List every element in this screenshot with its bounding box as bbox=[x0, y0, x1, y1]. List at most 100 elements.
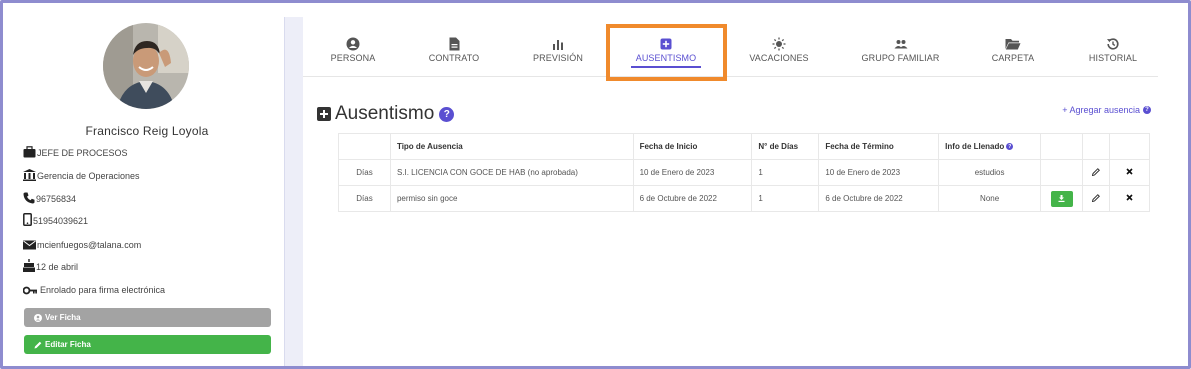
section-title: Ausentismo ? bbox=[317, 103, 455, 125]
col-info-header-label: Info de Llenado bbox=[945, 142, 1005, 151]
avatar bbox=[103, 23, 189, 109]
divider-line bbox=[284, 17, 285, 366]
cell-dias: 1 bbox=[751, 185, 820, 212]
cell-inicio: 6 de Octubre de 2022 bbox=[632, 185, 753, 212]
table-row: Días permiso sin goce 6 de Octubre de 20… bbox=[338, 185, 1150, 212]
envelope-icon bbox=[23, 240, 36, 250]
cell-delete bbox=[1109, 159, 1150, 186]
tab-persona-label: PERSONA bbox=[330, 53, 376, 63]
cell-unit: Días bbox=[338, 185, 391, 212]
col-info-header: Info de Llenado? bbox=[938, 133, 1042, 160]
bar-chart-icon bbox=[553, 40, 563, 50]
mobile-icon bbox=[23, 213, 32, 226]
ver-ficha-button[interactable]: Ver Ficha bbox=[24, 308, 271, 327]
ver-ficha-label: Ver Ficha bbox=[45, 313, 81, 322]
cell-info: estudios bbox=[938, 159, 1042, 186]
tab-carpeta-label: CARPETA bbox=[991, 53, 1035, 63]
add-ausencia-label: + Agregar ausencia bbox=[1062, 105, 1140, 115]
tab-bar: PERSONA CONTRATO PREVISIÓN AUSENTISMO VA… bbox=[303, 17, 1158, 77]
col-dias-header: N° de Días bbox=[751, 133, 820, 160]
editar-ficha-label: Editar Ficha bbox=[45, 340, 91, 349]
cell-info: None bbox=[938, 185, 1042, 212]
tab-contrato[interactable]: CONTRATO bbox=[423, 37, 485, 77]
plus-square-icon bbox=[317, 107, 331, 121]
cell-tipo: S.I. LICENCIA CON GOCE DE HAB (no aproba… bbox=[389, 159, 634, 186]
birthday-cake-icon bbox=[23, 259, 35, 272]
section-title-text: Ausentismo bbox=[335, 103, 435, 124]
birthday-text: 12 de abril bbox=[36, 262, 79, 272]
cargo-row: JEFE DE PROCESOS bbox=[23, 142, 128, 158]
mobile-row: 51954039621 bbox=[23, 210, 88, 226]
cargo-text: JEFE DE PROCESOS bbox=[37, 148, 128, 158]
user-circle-icon bbox=[34, 313, 42, 322]
download-button[interactable] bbox=[1050, 190, 1073, 207]
editar-ficha-button[interactable]: Editar Ficha bbox=[24, 335, 271, 354]
cell-download bbox=[1040, 185, 1084, 212]
delete-icon[interactable] bbox=[1126, 194, 1133, 203]
tab-contrato-label: CONTRATO bbox=[428, 53, 480, 63]
tab-historial[interactable]: HISTORIAL bbox=[1083, 37, 1143, 77]
col-tipo-header: Tipo de Ausencia bbox=[389, 133, 634, 160]
tab-vacaciones-label: VACACIONES bbox=[749, 53, 809, 63]
tab-ausentismo-label: AUSENTISMO bbox=[631, 53, 701, 68]
divider-band bbox=[284, 17, 303, 366]
institution-icon bbox=[23, 169, 36, 181]
key-icon bbox=[23, 286, 37, 295]
tab-prevision-label: PREVISIÓN bbox=[533, 53, 583, 63]
birthday-row: 12 de abril bbox=[23, 256, 78, 272]
briefcase-icon bbox=[23, 146, 36, 158]
edit-icon[interactable] bbox=[1091, 193, 1100, 204]
help-icon[interactable]: ? bbox=[439, 106, 455, 122]
profile-sidebar: Francisco Reig Loyola JEFE DE PROCESOS G… bbox=[3, 3, 284, 366]
cell-unit: Días bbox=[338, 159, 391, 186]
table-row: Días S.I. LICENCIA CON GOCE DE HAB (no a… bbox=[338, 159, 1150, 186]
col-edit-header bbox=[1082, 133, 1111, 160]
col-inicio-header: Fecha de Inicio bbox=[632, 133, 753, 160]
cell-dias: 1 bbox=[751, 159, 820, 186]
delete-icon[interactable] bbox=[1126, 168, 1133, 177]
download-icon bbox=[1058, 195, 1065, 202]
pencil-icon bbox=[34, 341, 42, 348]
tab-vacaciones[interactable]: VACACIONES bbox=[746, 37, 812, 77]
help-icon[interactable]: ? bbox=[1006, 143, 1014, 151]
cell-delete bbox=[1109, 185, 1150, 212]
cell-inicio: 10 de Enero de 2023 bbox=[632, 159, 753, 186]
history-icon bbox=[1107, 38, 1119, 50]
add-ausencia-link[interactable]: + Agregar ausencia ? bbox=[1062, 105, 1151, 115]
folder-icon bbox=[1005, 39, 1021, 50]
col-delete-header bbox=[1109, 133, 1150, 160]
ausencias-table: Tipo de Ausencia Fecha de Inicio N° de D… bbox=[338, 133, 1150, 212]
phone-row: 96756834 bbox=[23, 188, 76, 204]
firma-row: Enrolado para firma electrónica bbox=[23, 279, 165, 295]
cell-download bbox=[1040, 159, 1084, 186]
cell-edit bbox=[1082, 185, 1111, 212]
edit-icon[interactable] bbox=[1091, 167, 1100, 178]
profile-name: Francisco Reig Loyola bbox=[85, 124, 209, 138]
cell-tipo: permiso sin goce bbox=[389, 185, 634, 212]
plus-square-icon bbox=[660, 38, 672, 50]
person-icon bbox=[346, 37, 360, 51]
phone-icon bbox=[23, 192, 35, 204]
cell-edit bbox=[1082, 159, 1111, 186]
firma-text: Enrolado para firma electrónica bbox=[40, 285, 166, 295]
mobile-text: 51954039621 bbox=[33, 216, 89, 226]
users-icon bbox=[894, 40, 907, 49]
email-text: mcienfuegos@talana.com bbox=[37, 240, 142, 250]
main-content: PERSONA CONTRATO PREVISIÓN AUSENTISMO VA… bbox=[303, 17, 1188, 366]
cell-termino: 6 de Octubre de 2022 bbox=[818, 185, 940, 212]
tab-grupo-familiar-label: GRUPO FAMILIAR bbox=[861, 53, 940, 63]
help-icon[interactable]: ? bbox=[1143, 106, 1151, 114]
col-termino-header: Fecha de Término bbox=[818, 133, 940, 160]
col-download-header bbox=[1040, 133, 1084, 160]
tab-ausentismo[interactable]: AUSENTISMO bbox=[631, 37, 701, 77]
email-row: mcienfuegos@talana.com bbox=[23, 234, 141, 250]
sun-icon bbox=[772, 37, 786, 51]
tab-historial-label: HISTORIAL bbox=[1088, 53, 1138, 63]
table-header-row: Tipo de Ausencia Fecha de Inicio N° de D… bbox=[338, 133, 1150, 160]
col-unit-header bbox=[338, 133, 391, 160]
tab-carpeta[interactable]: CARPETA bbox=[986, 37, 1040, 77]
tab-prevision[interactable]: PREVISIÓN bbox=[528, 37, 588, 77]
tab-persona[interactable]: PERSONA bbox=[326, 37, 380, 77]
tab-grupo-familiar[interactable]: GRUPO FAMILIAR bbox=[858, 37, 943, 77]
cell-termino: 10 de Enero de 2023 bbox=[818, 159, 940, 186]
